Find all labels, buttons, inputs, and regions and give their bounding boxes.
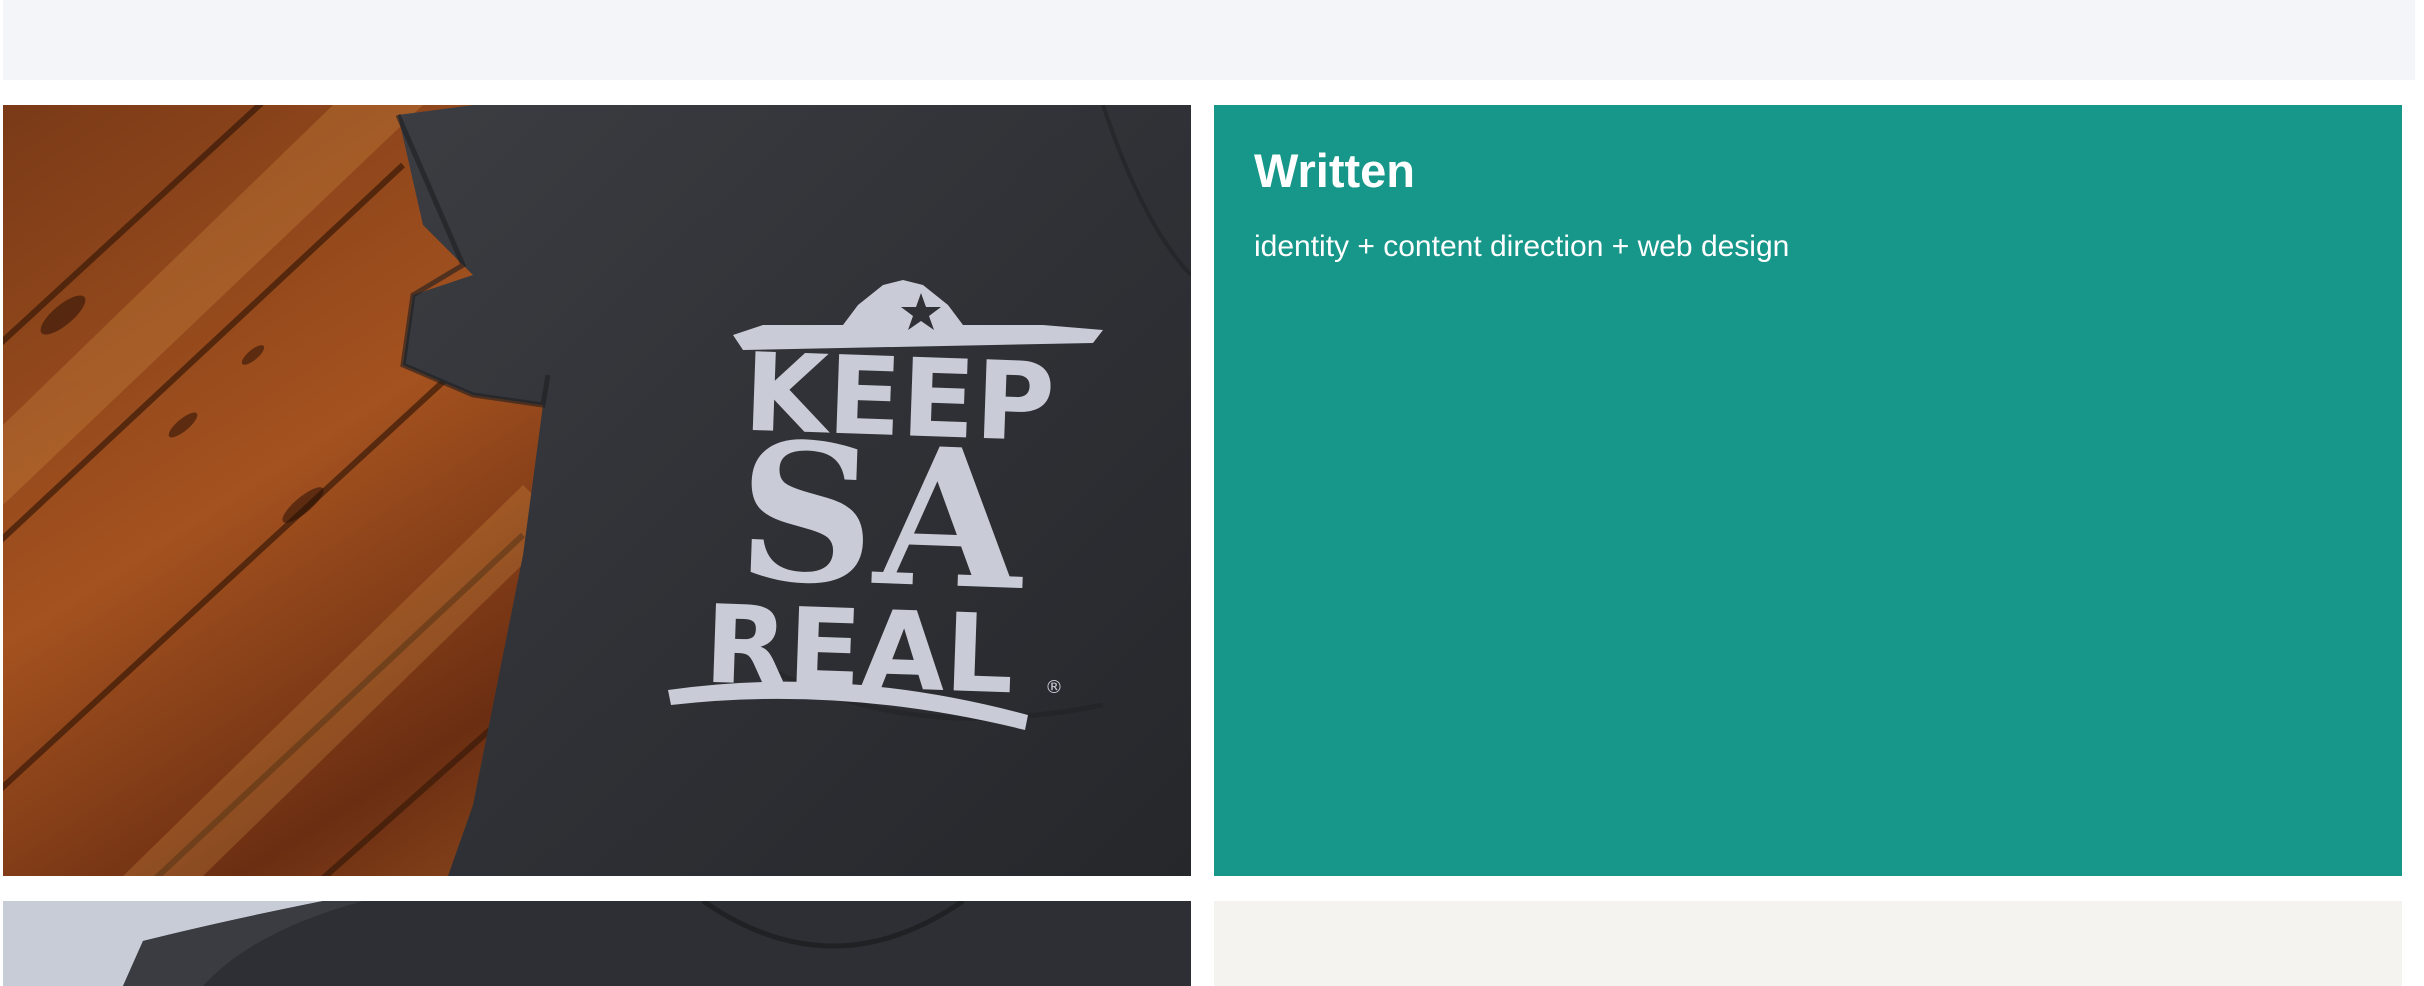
project-info-panel-2[interactable] (1214, 901, 2402, 986)
project-photo-keep-sa-real[interactable]: KEEP SA REAL ® (3, 105, 1191, 876)
top-band (3, 0, 2415, 80)
project-photo-tshirt[interactable] (3, 901, 1191, 986)
project-services: identity + content direction + web desig… (1254, 230, 1790, 263)
tshirt-photo-image (3, 901, 1191, 986)
project-info-panel[interactable]: Written identity + content direction + w… (1214, 105, 2402, 876)
print-registered-mark: ® (1045, 677, 1063, 698)
project-title[interactable]: Written (1254, 143, 1415, 199)
tshirt-photo-image: KEEP SA REAL ® (3, 105, 1191, 876)
